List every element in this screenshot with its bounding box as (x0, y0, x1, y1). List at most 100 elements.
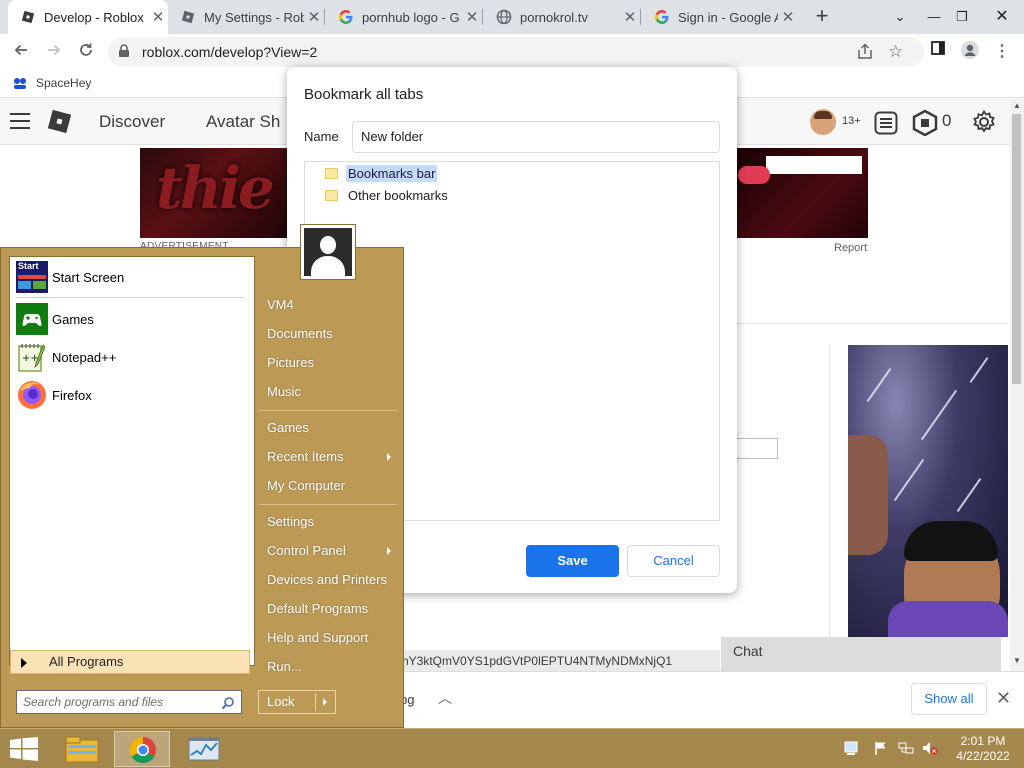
task-manager-icon (188, 737, 220, 761)
side-panel-icon[interactable] (926, 40, 950, 64)
start-link-devices-printers[interactable]: Devices and Printers (267, 572, 387, 587)
reload-button[interactable] (74, 40, 98, 64)
age-badge: 13+ (842, 115, 861, 127)
all-programs-button[interactable]: All Programs (10, 650, 250, 674)
restore-button[interactable]: ❐ (942, 0, 982, 34)
cancel-button[interactable]: Cancel (627, 545, 720, 577)
search-icon[interactable] (221, 695, 235, 717)
start-link-vm4[interactable]: VM4 (267, 297, 294, 312)
folder-name-input[interactable]: New folder (352, 121, 720, 153)
anime-artwork-image (848, 345, 1008, 637)
address-bar[interactable]: roblox.com/develop?View=2 ☆ (108, 37, 924, 67)
tab-sign-in-google[interactable]: Sign in - Google A ✕ (642, 0, 798, 34)
start-link-pictures[interactable]: Pictures (267, 355, 314, 370)
file-explorer-icon (65, 736, 99, 763)
arrow-right-icon (21, 658, 27, 668)
start-link-games[interactable]: Games (267, 420, 309, 435)
close-icon[interactable]: ✕ (148, 8, 168, 26)
profile-avatar-icon[interactable] (958, 40, 982, 64)
close-icon[interactable]: ✕ (462, 8, 482, 26)
tab-my-settings[interactable]: My Settings - Rob ✕ (168, 0, 324, 34)
tab-separator (482, 9, 483, 25)
tab-pornokrol[interactable]: pornokrol.tv ✕ (484, 0, 640, 34)
close-icon[interactable]: ✕ (778, 8, 798, 26)
spacehey-icon (12, 75, 28, 91)
lock-button[interactable]: Lock (258, 690, 336, 714)
folder-other-bookmarks[interactable]: Other bookmarks (325, 187, 450, 204)
start-link-recent-items[interactable]: Recent Items (267, 449, 397, 464)
folder-bookmarks-bar[interactable]: Bookmarks bar (325, 165, 438, 182)
start-link-default-programs[interactable]: Default Programs (267, 601, 368, 616)
nav-discover[interactable]: Discover (99, 112, 165, 132)
start-link-documents[interactable]: Documents (267, 326, 333, 341)
ad-white-block (766, 156, 862, 174)
start-link-settings[interactable]: Settings (267, 514, 314, 529)
new-tab-button[interactable]: + (810, 4, 834, 30)
report-ad-link[interactable]: Report (834, 242, 867, 254)
robux-icon[interactable] (912, 109, 938, 139)
taskbar-chrome[interactable] (114, 731, 170, 767)
folder-icon (325, 168, 338, 179)
user-account-picture[interactable] (300, 224, 356, 280)
taskbar-file-explorer[interactable] (54, 731, 110, 767)
windows-start-button[interactable] (10, 737, 38, 764)
close-window-button[interactable]: ✕ (982, 0, 1022, 34)
start-item-games[interactable]: Games (16, 303, 94, 335)
back-button[interactable] (9, 40, 33, 64)
lock-icon[interactable] (118, 44, 130, 61)
advertisement-banner-left[interactable]: thie (140, 148, 300, 238)
tab-separator (640, 9, 641, 25)
share-icon[interactable] (856, 43, 874, 64)
chat-bar[interactable]: Chat (721, 637, 1001, 671)
network-icon[interactable] (898, 741, 914, 755)
tab-title: My Settings - Rob (204, 9, 304, 25)
bookmark-star-icon[interactable]: ☆ (888, 42, 903, 62)
tab-pornhub-logo[interactable]: pornhub logo - G ✕ (326, 0, 482, 34)
scroll-down-arrow-icon[interactable]: ▼ (1010, 656, 1024, 668)
start-link-music[interactable]: Music (267, 384, 301, 399)
more-menu-icon[interactable]: ⋮ (990, 40, 1014, 64)
scroll-up-arrow-icon[interactable]: ▲ (1010, 101, 1024, 113)
close-icon[interactable]: ✕ (620, 8, 640, 26)
start-item-firefox[interactable]: Firefox (16, 379, 92, 411)
all-programs-label: All Programs (49, 654, 124, 669)
reload-icon (80, 43, 92, 56)
start-link-run[interactable]: Run... (267, 659, 302, 674)
start-link-help-support[interactable]: Help and Support (267, 630, 368, 645)
start-item-notepadpp[interactable]: ++ Notepad++ (16, 341, 116, 373)
flag-icon[interactable] (874, 741, 888, 755)
folder-label: Bookmarks bar (346, 165, 438, 182)
close-icon[interactable]: ✕ (304, 8, 324, 26)
volume-muted-icon[interactable] (922, 741, 938, 755)
start-link-label: Control Panel (267, 543, 346, 558)
hamburger-menu-icon[interactable] (10, 113, 30, 134)
user-avatar[interactable] (810, 109, 836, 135)
start-item-start-screen[interactable]: Start Start Screen (16, 261, 124, 293)
google-icon (338, 9, 354, 25)
action-center-icon[interactable] (844, 741, 858, 755)
tab-separator (324, 9, 325, 25)
text-input[interactable] (736, 438, 778, 459)
system-clock[interactable]: 2:01 PM 4/22/2022 (948, 734, 1018, 764)
roblox-logo-icon[interactable] (47, 109, 72, 134)
save-button[interactable]: Save (526, 545, 619, 577)
close-downloads-icon[interactable]: ✕ (996, 688, 1011, 709)
lock-options-arrow-icon[interactable] (323, 698, 327, 706)
forward-button[interactable] (42, 40, 66, 64)
clock-time: 2:01 PM (960, 734, 1006, 748)
start-link-my-computer[interactable]: My Computer (267, 478, 345, 493)
advertisement-banner-right[interactable] (736, 148, 868, 238)
show-all-downloads-button[interactable]: Show all (911, 683, 987, 715)
settings-gear-icon[interactable] (972, 109, 996, 137)
taskbar-task-manager[interactable] (176, 731, 232, 767)
clock-date: 4/22/2022 (956, 749, 1010, 763)
start-link-control-panel[interactable]: Control Panel (267, 543, 397, 558)
scrollbar-thumb[interactable] (1012, 114, 1021, 384)
chevron-up-icon[interactable]: ︿ (438, 688, 452, 708)
nav-avatar-shop[interactable]: Avatar Sh (206, 112, 280, 132)
roblox-icon (180, 9, 196, 25)
start-search-input[interactable]: Search programs and files (16, 690, 242, 714)
bookmark-spacehey[interactable]: SpaceHey (12, 75, 91, 91)
catalog-list-icon[interactable] (874, 111, 898, 138)
tab-develop-roblox[interactable]: Develop - Roblox ✕ (8, 0, 168, 34)
